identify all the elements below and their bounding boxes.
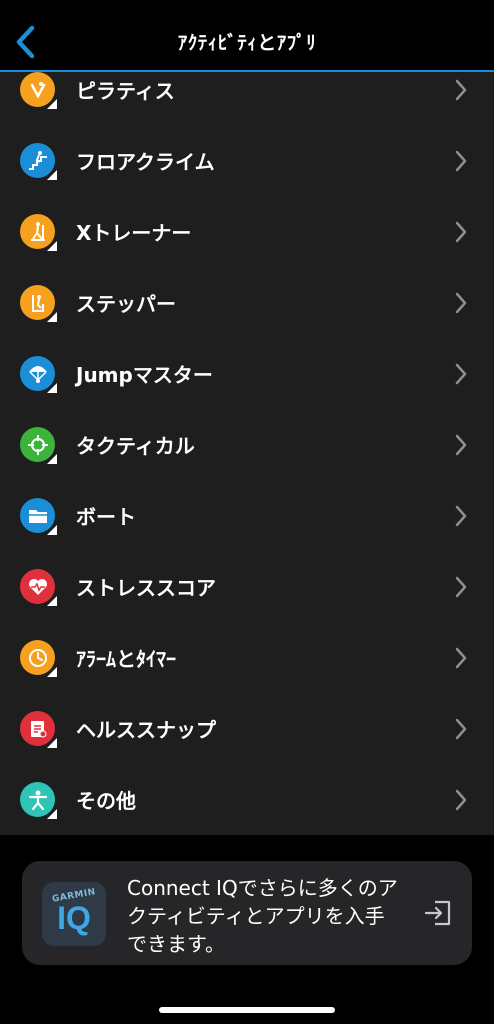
chevron-right-icon (455, 576, 467, 597)
connect-iq-message: Connect IQでさらに多くのアクティビティとアプリを入手できます。 (127, 876, 398, 956)
activity-list: ピラティス フロアクライム Xトレーナー ステッパー Jumpマスター タクティ… (0, 72, 494, 835)
folder-icon (20, 498, 57, 535)
page-title: ｱｸﾃｨﾋﾞﾃｨとｱﾌﾟﾘ (177, 32, 317, 54)
chevron-right-icon (455, 221, 467, 242)
chevron-right-icon (455, 718, 467, 739)
list-item-stepper[interactable]: ステッパー (0, 267, 494, 338)
list-item-boat[interactable]: ボート (0, 480, 494, 551)
home-indicator[interactable] (159, 1007, 335, 1013)
chevron-right-icon (455, 363, 467, 384)
parachute-icon (20, 356, 57, 393)
stepper-icon (20, 285, 57, 322)
elliptical-icon (20, 214, 57, 251)
list-item-jumpmaster[interactable]: Jumpマスター (0, 338, 494, 409)
list-item-label: ヘルススナップ (76, 718, 216, 742)
list-item-alarm-timer[interactable]: ｱﾗｰﾑとﾀｲﾏｰ (0, 622, 494, 693)
list-item-label: ボート (76, 505, 136, 529)
chevron-right-icon (455, 434, 467, 455)
health-report-icon (20, 711, 57, 748)
list-item-label: フロアクライム (76, 150, 215, 174)
list-item-other[interactable]: その他 (0, 764, 494, 835)
chevron-right-icon (455, 150, 467, 171)
list-item-label: ｱﾗｰﾑとﾀｲﾏｰ (76, 647, 176, 671)
list-item-pilates[interactable]: ピラティス (0, 72, 494, 125)
list-item-label: タクティカル (76, 434, 195, 458)
list-item-stress-score[interactable]: ストレススコア (0, 551, 494, 622)
list-item-label: ピラティス (76, 79, 175, 103)
clock-icon (20, 640, 57, 677)
chevron-right-icon (455, 505, 467, 526)
list-item-label: その他 (76, 789, 136, 813)
heart-pulse-icon (20, 569, 57, 606)
iq-wordmark: IQ (57, 900, 91, 936)
list-item-label: Jumpマスター (76, 363, 213, 387)
chevron-right-icon (455, 292, 467, 313)
open-external-icon[interactable] (423, 898, 453, 928)
nav-header: ｱｸﾃｨﾋﾞﾃｨとｱﾌﾟﾘ (0, 0, 494, 72)
list-item-tactical[interactable]: タクティカル (0, 409, 494, 480)
list-item-health-snapshot[interactable]: ヘルススナップ (0, 693, 494, 764)
list-item-label: ストレススコア (76, 576, 216, 600)
list-item-label: Xトレーナー (76, 221, 192, 245)
chevron-right-icon (455, 789, 467, 810)
list-item-label: ステッパー (76, 292, 176, 316)
chevron-right-icon (455, 647, 467, 668)
floor-climb-icon (20, 143, 57, 180)
connect-iq-logo: GARMIN IQ (42, 882, 106, 946)
person-icon (20, 782, 57, 819)
crosshair-icon (20, 427, 57, 464)
list-item-floor-climb[interactable]: フロアクライム (0, 125, 494, 196)
pilates-icon (20, 72, 57, 109)
list-item-x-trainer[interactable]: Xトレーナー (0, 196, 494, 267)
chevron-right-icon (455, 79, 467, 100)
